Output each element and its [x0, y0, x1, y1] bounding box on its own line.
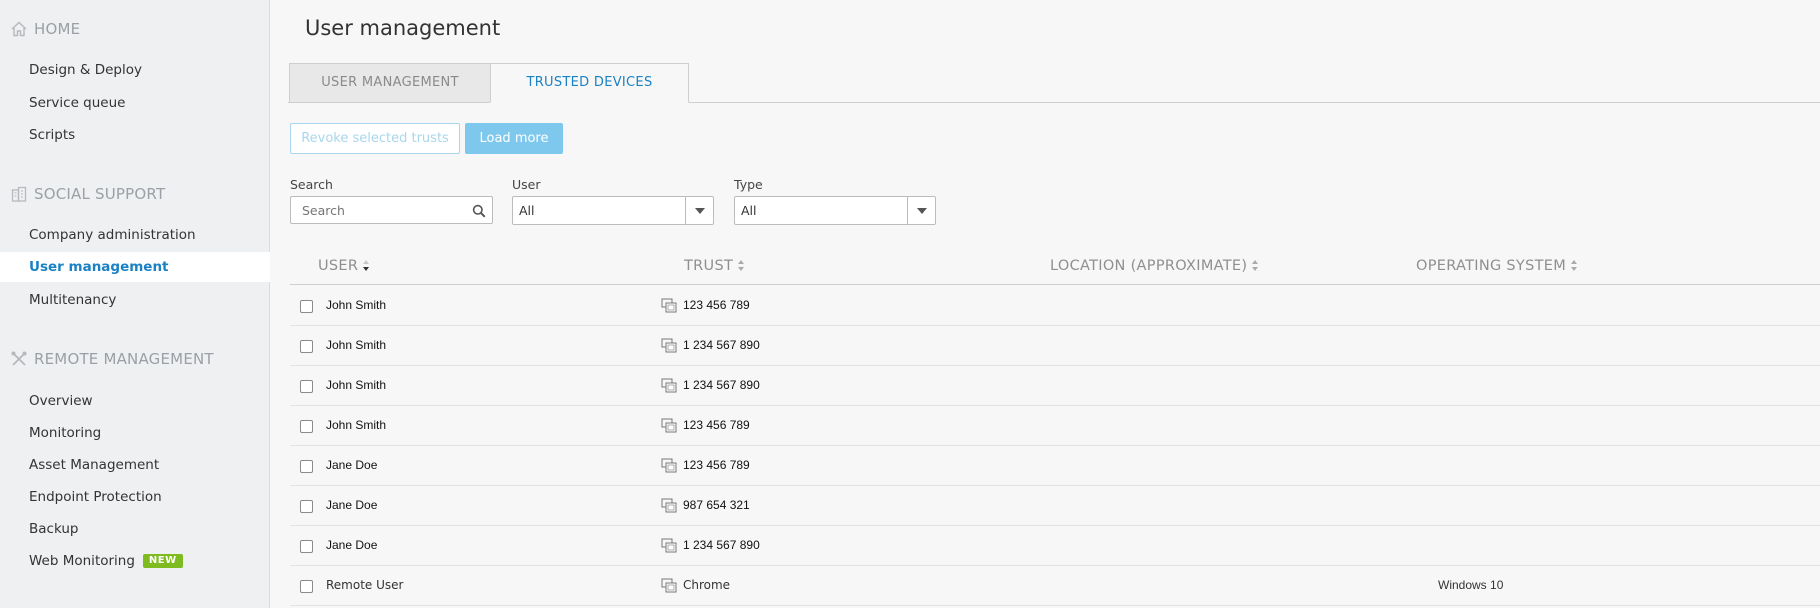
row-user: John Smith — [326, 298, 387, 312]
table-row[interactable]: Jane Doe 1 234 567 890 — [290, 526, 1820, 566]
table-row[interactable]: John Smith 123 456 789 — [290, 406, 1820, 446]
main-content: User management USER MANAGEMENT TRUSTED … — [271, 0, 1820, 608]
devices-icon — [661, 418, 677, 433]
sort-icon[interactable] — [1252, 260, 1260, 272]
devices-icon — [661, 298, 677, 313]
row-trust: 123 456 789 — [683, 298, 750, 312]
row-checkbox[interactable] — [300, 580, 313, 593]
sidebar: HOME Design & Deploy Service queue Scrip… — [0, 0, 270, 608]
devices-icon — [661, 498, 677, 513]
search-field[interactable] — [290, 196, 493, 224]
column-header-label: OPERATING SYSTEM — [1416, 258, 1567, 274]
sidebar-item-user-management[interactable]: User management — [0, 252, 270, 282]
home-icon — [10, 20, 28, 38]
column-header-operating-system[interactable]: OPERATING SYSTEM — [1416, 258, 1579, 274]
user-filter-select[interactable]: All — [512, 196, 714, 225]
column-header-label: LOCATION (APPROXIMATE) — [1050, 258, 1248, 274]
sidebar-item-design-deploy[interactable]: Design & Deploy — [0, 55, 270, 85]
row-checkbox[interactable] — [300, 340, 313, 353]
row-checkbox[interactable] — [300, 300, 313, 313]
row-user: John Smith — [326, 338, 387, 352]
sort-icon[interactable] — [1571, 260, 1579, 272]
sidebar-item-multitenancy[interactable]: Multitenancy — [0, 285, 270, 315]
sidebar-item-overview[interactable]: Overview — [0, 386, 270, 416]
devices-icon — [661, 338, 677, 353]
row-user: John Smith — [326, 378, 387, 392]
section-title-remote-management: REMOTE MANAGEMENT — [34, 350, 214, 368]
type-filter-label: Type — [734, 177, 763, 192]
sidebar-item-backup[interactable]: Backup — [0, 514, 270, 544]
tab-trusted-devices[interactable]: TRUSTED DEVICES — [490, 63, 689, 103]
sidebar-item-label: Web Monitoring — [29, 553, 135, 569]
new-badge: NEW — [142, 554, 183, 568]
sidebar-item-scripts[interactable]: Scripts — [0, 120, 270, 150]
chevron-down-icon[interactable] — [907, 197, 935, 224]
row-user: Jane Doe — [326, 538, 378, 552]
section-header-remote-management: REMOTE MANAGEMENT — [10, 350, 214, 368]
row-user: Remote User — [326, 578, 404, 592]
section-title-home: HOME — [34, 20, 81, 38]
building-icon — [10, 185, 28, 203]
devices-icon — [661, 378, 677, 393]
table-row[interactable]: Jane Doe 123 456 789 — [290, 446, 1820, 486]
column-header-label: USER — [318, 258, 359, 274]
sidebar-item-asset-management[interactable]: Asset Management — [0, 450, 270, 480]
row-user: John Smith — [326, 418, 387, 432]
sidebar-item-web-monitoring[interactable]: Web Monitoring NEW — [0, 546, 270, 576]
sidebar-item-monitoring[interactable]: Monitoring — [0, 418, 270, 448]
table-header-divider — [290, 284, 1820, 285]
row-checkbox[interactable] — [300, 420, 313, 433]
search-input[interactable] — [291, 197, 461, 223]
chevron-down-icon[interactable] — [685, 197, 713, 224]
revoke-selected-trusts-button[interactable]: Revoke selected trusts — [290, 123, 460, 154]
sort-icon[interactable] — [738, 260, 746, 272]
row-trust: 1 234 567 890 — [683, 538, 760, 552]
user-filter-label: User — [512, 177, 541, 192]
table-row[interactable]: John Smith 1 234 567 890 — [290, 326, 1820, 366]
row-operating-system: Windows 10 — [1438, 578, 1504, 592]
column-header-trust[interactable]: TRUST — [684, 258, 746, 274]
sort-desc-icon[interactable] — [363, 260, 371, 272]
column-header-location[interactable]: LOCATION (APPROXIMATE) — [1050, 258, 1260, 274]
devices-icon — [661, 538, 677, 553]
row-trust: 987 654 321 — [683, 498, 750, 512]
section-header-social-support: SOCIAL SUPPORT — [10, 185, 165, 203]
row-trust: 123 456 789 — [683, 458, 750, 472]
section-title-social-support: SOCIAL SUPPORT — [34, 185, 166, 203]
devices-icon — [661, 578, 677, 593]
section-header-home: HOME — [10, 20, 80, 38]
search-label: Search — [290, 177, 333, 192]
table-row[interactable]: John Smith 1 234 567 890 — [290, 366, 1820, 406]
table-row[interactable]: John Smith 123 456 789 — [290, 286, 1820, 326]
row-checkbox[interactable] — [300, 460, 313, 473]
column-header-label: TRUST — [684, 258, 734, 274]
tools-icon — [10, 350, 28, 368]
column-header-user[interactable]: USER — [318, 258, 371, 274]
sidebar-item-company-administration[interactable]: Company administration — [0, 220, 270, 250]
row-checkbox[interactable] — [300, 380, 313, 393]
page-title: User management — [305, 16, 501, 40]
devices-icon — [661, 458, 677, 473]
row-checkbox[interactable] — [300, 500, 313, 513]
search-icon[interactable] — [472, 203, 486, 218]
row-trust: 123 456 789 — [683, 418, 750, 432]
type-filter-select[interactable]: All — [734, 196, 936, 225]
row-trust: 1 234 567 890 — [683, 338, 760, 352]
user-filter-value: All — [519, 203, 535, 218]
load-more-button[interactable]: Load more — [465, 123, 563, 154]
row-trust: Chrome — [683, 578, 731, 592]
table-row[interactable]: Jane Doe 987 654 321 — [290, 486, 1820, 526]
row-user: Jane Doe — [326, 498, 378, 512]
sidebar-item-endpoint-protection[interactable]: Endpoint Protection — [0, 482, 270, 512]
row-user: Jane Doe — [326, 458, 378, 472]
table-row[interactable]: Remote User Chrome Windows 10 — [290, 566, 1820, 606]
tab-user-management[interactable]: USER MANAGEMENT — [289, 63, 491, 103]
sidebar-item-service-queue[interactable]: Service queue — [0, 88, 270, 118]
row-trust: 1 234 567 890 — [683, 378, 760, 392]
type-filter-value: All — [741, 203, 757, 218]
row-checkbox[interactable] — [300, 540, 313, 553]
